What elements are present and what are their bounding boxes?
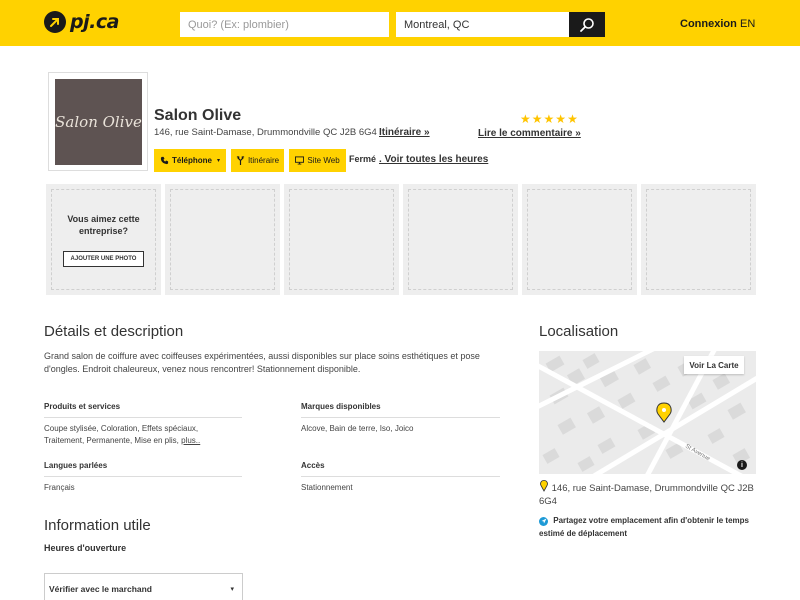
chevron-down-icon: ▾ <box>230 586 234 593</box>
photo-placeholder <box>284 184 399 295</box>
share-location-link[interactable]: Partagez votre emplacement afin d'obteni… <box>539 514 759 540</box>
search-what-input[interactable] <box>180 12 389 37</box>
star-icon: ★ <box>520 112 531 126</box>
route-icon <box>236 156 245 165</box>
photo-placeholder <box>165 184 280 295</box>
search-where-input[interactable] <box>396 12 569 37</box>
top-header: pj.ca Connexion EN <box>0 0 800 46</box>
itinerary-button[interactable]: Itinéraire <box>231 149 284 172</box>
languages-title: Langues parlées <box>44 461 108 470</box>
logo-text: pj.ca <box>70 11 119 33</box>
monitor-icon <box>295 156 305 165</box>
location-title: Localisation <box>539 323 619 340</box>
business-logo-text: Salon Olive <box>55 113 142 131</box>
divider <box>301 417 500 418</box>
phone-icon <box>160 156 169 165</box>
info-icon[interactable]: i <box>737 460 747 470</box>
open-status: Fermé <box>349 154 377 164</box>
divider <box>44 417 242 418</box>
business-logo: Salon Olive <box>55 79 142 165</box>
products-list: Coupe stylisée, Coloration, Effets spéci… <box>44 424 199 445</box>
logo-arrow-icon <box>44 11 66 33</box>
rating-stars: ★ ★ ★ ★ ★ <box>520 113 578 125</box>
pj-logo[interactable]: pj.ca <box>44 11 119 33</box>
languages-value: Français <box>44 483 75 492</box>
map-pin-icon <box>540 480 548 492</box>
business-description: Grand salon de coiffure avec coiffeuses … <box>44 351 480 374</box>
divider <box>301 476 500 477</box>
read-review-link[interactable]: Lire le commentaire » <box>478 128 581 139</box>
star-icon: ★ <box>531 112 543 126</box>
star-icon: ★ <box>543 112 555 126</box>
photo-placeholder <box>403 184 518 295</box>
hours-select-value: Vérifier avec le marchand <box>49 584 153 594</box>
phone-button[interactable]: Téléphone ▾ <box>154 149 226 172</box>
business-name: Salon Olive <box>154 107 242 124</box>
login-link[interactable]: Connexion <box>680 18 737 30</box>
add-photo-prompt: Vous aimez cette entreprise? AJOUTER UNE… <box>46 184 161 295</box>
itinerary-link[interactable]: Itinéraire » <box>379 127 430 138</box>
location-arrow-icon <box>539 516 548 526</box>
photo-placeholder <box>641 184 756 295</box>
add-photo-button[interactable]: AJOUTER UNE PHOTO <box>63 251 144 267</box>
access-value: Stationnement <box>301 483 353 492</box>
hours-select[interactable]: Vérifier avec le marchand ▾ <box>44 573 243 600</box>
products-value: Coupe stylisée, Coloration, Effets spéci… <box>44 423 229 447</box>
share-location-text: Partagez votre emplacement afin d'obteni… <box>539 516 749 538</box>
info-title: Information utile <box>44 517 151 534</box>
location-address: 146, rue Saint-Damase, Drummondville QC … <box>539 480 759 508</box>
photo-gallery: Vous aimez cette entreprise? AJOUTER UNE… <box>46 184 756 295</box>
phone-button-label: Téléphone <box>171 156 212 165</box>
search-button[interactable] <box>569 12 605 37</box>
details-title: Détails et description <box>44 323 184 340</box>
photo-question: Vous aimez cette entreprise? <box>67 214 140 236</box>
business-logo-frame: Salon Olive <box>48 72 148 171</box>
brands-value: Alcove, Bain de terre, Iso, Joico <box>301 424 414 433</box>
search-icon <box>580 17 594 32</box>
view-map-button[interactable]: Voir La Carte <box>684 356 744 374</box>
opening-hours-title: Heures d'ouverture <box>44 543 127 553</box>
website-button[interactable]: Site Web <box>289 149 346 172</box>
location-address-text: 146, rue Saint-Damase, Drummondville QC … <box>539 483 754 507</box>
website-button-label: Site Web <box>307 156 340 165</box>
business-address: 146, rue Saint-Damase, Drummondville QC … <box>154 127 377 138</box>
itinerary-button-label: Itinéraire <box>247 156 280 165</box>
products-title: Produits et services <box>44 402 121 411</box>
access-title: Accès <box>301 461 325 470</box>
all-hours-link[interactable]: . Voir toutes les heures <box>379 154 488 165</box>
brands-title: Marques disponibles <box>301 402 381 411</box>
star-icon: ★ <box>567 112 578 126</box>
products-more-link[interactable]: plus.. <box>181 436 200 445</box>
chevron-down-icon: ▾ <box>217 158 221 164</box>
star-icon: ★ <box>555 112 567 126</box>
divider <box>44 476 242 477</box>
language-toggle[interactable]: EN <box>740 18 755 30</box>
photo-placeholder <box>522 184 637 295</box>
